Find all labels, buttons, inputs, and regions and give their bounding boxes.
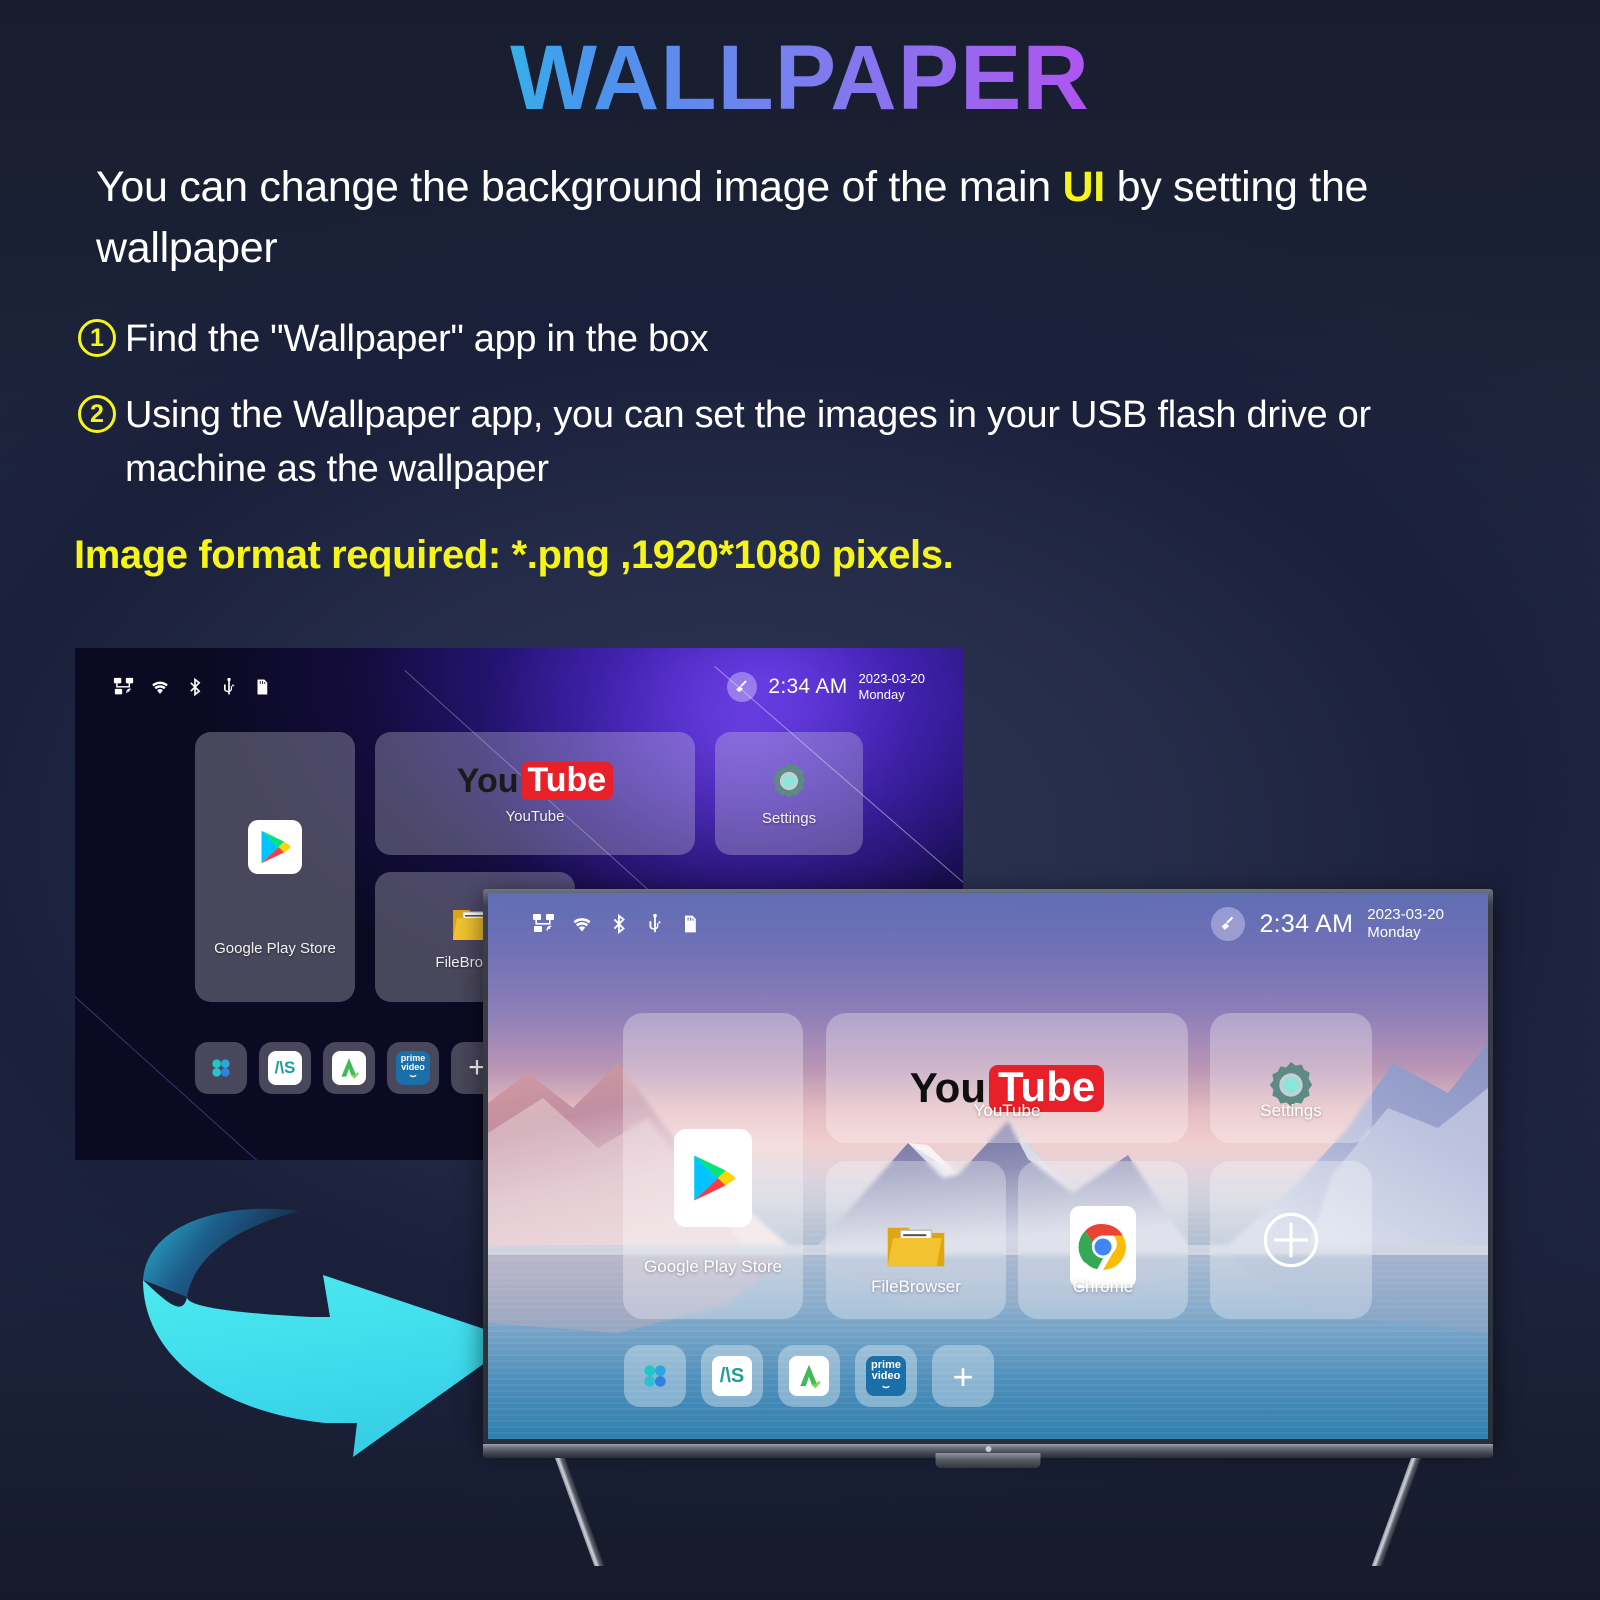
intro-highlight-ui: UI (1062, 163, 1106, 211)
status-date: 2023-03-20 (858, 671, 926, 687)
file-folder-icon (887, 1227, 945, 1267)
dock-item-apkpure[interactable] (778, 1345, 840, 1407)
custom-wallpaper-tv: 2:34 AM 2023-03-20 Monday Google Play St… (483, 889, 1493, 1566)
tile-label: YouTube (505, 808, 565, 825)
ir-receiver (935, 1453, 1041, 1468)
all-apps-grid-icon (644, 1365, 666, 1387)
status-date-block: 2023-03-20 Monday (1367, 906, 1444, 943)
as-app-icon: /\S (712, 1356, 752, 1396)
wifi-icon (573, 918, 591, 932)
usb-icon (224, 677, 235, 695)
tile-settings[interactable]: Settings (715, 732, 863, 855)
dock-item-prime-video[interactable]: prime video ⌣ (387, 1042, 439, 1094)
tile-settings[interactable]: Settings (1210, 1013, 1372, 1143)
intro-paragraph: You can change the background image of t… (0, 131, 1600, 279)
ethernet-icon (533, 914, 554, 932)
apkpure-icon (332, 1051, 366, 1085)
status-clock: 2:34 AM (1259, 909, 1354, 938)
tile-add-app[interactable] (1210, 1161, 1372, 1319)
dock-item-all-apps[interactable] (195, 1042, 247, 1094)
app-dock: /\S prime video ⌣ + (624, 1345, 994, 1407)
tv-leg-right (1371, 1458, 1421, 1566)
format-requirement-note: Image format required: *.png ,1920*1080 … (74, 532, 954, 577)
tile-label: Google Play Store (214, 939, 336, 957)
google-play-icon (674, 1129, 752, 1227)
dock-item-as[interactable]: /\S (701, 1345, 763, 1407)
broom-icon[interactable] (1211, 907, 1246, 941)
prime-video-icon: prime video ⌣ (396, 1051, 430, 1085)
tile-google-play-store[interactable]: Google Play Store (623, 1013, 803, 1319)
status-date: 2023-03-20 (1367, 905, 1444, 923)
step-item-1: 1 Find the "Wallpaper" app in the box (78, 313, 1522, 367)
curved-arrow (125, 1185, 545, 1475)
dock-item-as[interactable]: /\S (259, 1042, 311, 1094)
youtube-logo: You Tube (457, 762, 614, 800)
status-clock: 2:34 AM (768, 675, 848, 698)
step-number-1: 1 (78, 319, 116, 358)
step-number-2: 2 (78, 395, 116, 434)
status-right-group: 2:34 AM 2023-03-20 Monday (1211, 906, 1444, 943)
tv-chin (483, 1444, 1493, 1566)
step-text-1: Find the "Wallpaper" app in the box (125, 318, 709, 361)
add-circle-icon (1263, 1212, 1319, 1268)
wifi-icon (152, 681, 168, 694)
tile-label: Chrome (1072, 1277, 1134, 1296)
tv-leg-left (555, 1458, 605, 1566)
usb-icon (649, 913, 662, 933)
steps-list: 1 Find the "Wallpaper" app in the box 2 … (0, 279, 1600, 497)
status-icons-group (113, 676, 271, 698)
chrome-icon (1070, 1206, 1136, 1288)
status-icons-group (532, 912, 700, 936)
settings-gear-icon (772, 763, 806, 798)
status-date-block: 2023-03-20 Monday (859, 671, 926, 703)
bluetooth-icon (190, 677, 201, 697)
prime-video-icon: prime video ⌣ (866, 1356, 906, 1396)
as-app-icon: /\S (268, 1051, 302, 1085)
intro-text-before: You can change the background image of t… (96, 163, 1063, 211)
broom-icon[interactable] (727, 672, 758, 702)
sdcard-icon (685, 915, 696, 933)
apkpure-icon (789, 1356, 829, 1396)
tile-label: Settings (1260, 1101, 1322, 1120)
dock-item-apkpure[interactable] (323, 1042, 375, 1094)
tile-chrome[interactable]: Chrome (1018, 1161, 1188, 1319)
status-weekday: Monday (858, 687, 905, 702)
app-dock: /\S prime video ⌣ + (195, 1042, 503, 1094)
tile-youtube[interactable]: You Tube YouTube (826, 1013, 1188, 1143)
status-right-group: 2:34 AM 2023-03-20 Monday (727, 671, 925, 703)
tile-google-play-store[interactable]: Google Play Store (195, 732, 355, 1002)
step-text-2: Using the Wallpaper app, you can set the… (125, 394, 1371, 490)
tv-screen: 2:34 AM 2023-03-20 Monday Google Play St… (488, 893, 1488, 1439)
tile-label: YouTube (973, 1101, 1041, 1120)
tile-label: Google Play Store (644, 1257, 782, 1276)
tile-filebrowser[interactable]: FileBrowser (826, 1161, 1006, 1319)
status-bar: 2:34 AM 2023-03-20 Monday (488, 893, 1488, 955)
page-title: WALLPAPER (0, 0, 1600, 131)
all-apps-grid-icon (212, 1059, 230, 1077)
ethernet-icon (113, 677, 134, 695)
tile-label: Settings (761, 810, 817, 827)
sdcard-icon (257, 679, 268, 695)
google-play-icon (248, 819, 302, 874)
add-icon: + (952, 1355, 974, 1397)
status-weekday: Monday (1367, 924, 1421, 941)
status-bar: 2:34 AM 2023-03-20 Monday (75, 648, 963, 726)
bluetooth-icon (613, 913, 625, 935)
dock-item-all-apps[interactable] (624, 1345, 686, 1407)
tile-label: FileBrowser (871, 1277, 961, 1296)
dock-item-add[interactable]: + (932, 1345, 994, 1407)
step-item-2: 2 Using the Wallpaper app, you can set t… (78, 389, 1522, 497)
dock-item-prime-video[interactable]: prime video ⌣ (855, 1345, 917, 1407)
tile-youtube[interactable]: You Tube YouTube (375, 732, 695, 855)
tv-bezel: 2:34 AM 2023-03-20 Monday Google Play St… (483, 889, 1493, 1444)
